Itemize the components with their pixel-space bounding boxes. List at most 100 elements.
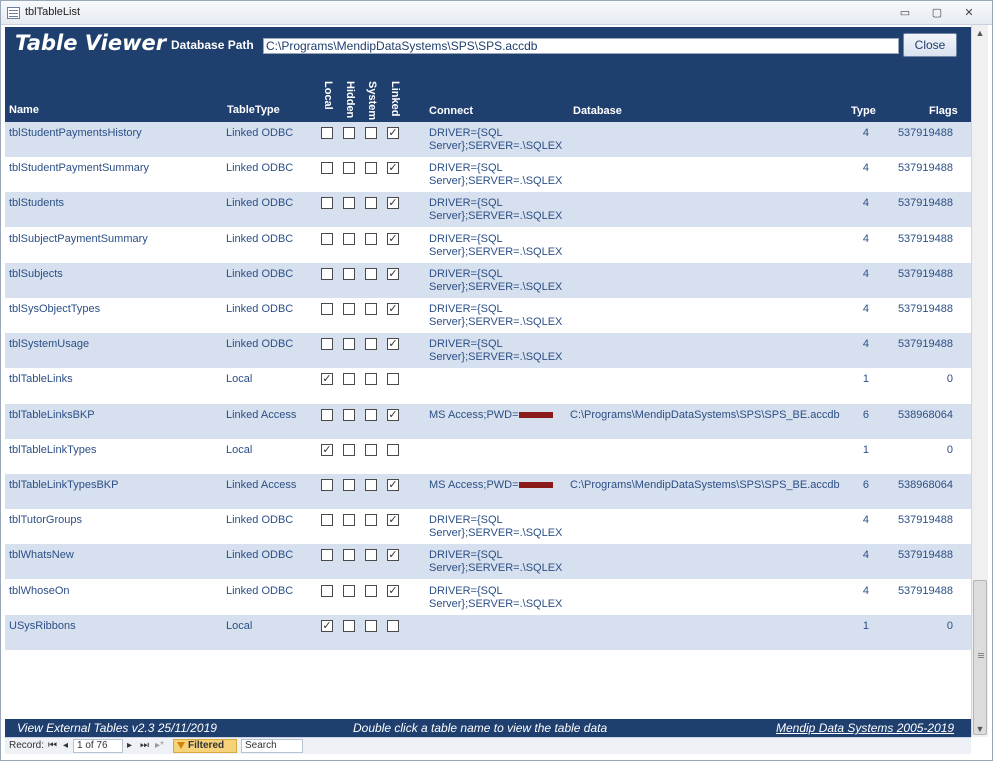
table-name-cell[interactable]: tblTableLinkTypesBKP [9, 479, 118, 491]
checkbox-system[interactable] [365, 443, 377, 456]
table-name-cell[interactable]: tblTutorGroups [9, 514, 82, 526]
prev-record-button[interactable]: ◂ [63, 740, 68, 751]
checkbox-local[interactable] [321, 127, 333, 139]
checkbox-hidden[interactable] [343, 338, 355, 351]
checkbox-hidden[interactable] [343, 619, 355, 632]
checkbox-system[interactable] [365, 619, 377, 632]
checkbox-system[interactable] [365, 197, 377, 210]
table-name-cell[interactable]: tblSystemUsage [9, 338, 89, 350]
table-name-cell[interactable]: tblTableLinks [9, 373, 73, 385]
checkbox-hidden[interactable] [343, 232, 355, 245]
checkbox-hidden[interactable] [343, 514, 355, 527]
table-row[interactable]: tblSysObjectTypes Linked ODBC ✓ DRIVER={SQL… [5, 298, 971, 333]
table-row[interactable]: tblTableLinksBKP Linked Access ✓ MS Access;… [5, 403, 971, 439]
last-record-button[interactable]: ⏭ [140, 740, 149, 751]
checkbox-linked[interactable]: ✓ [387, 338, 399, 351]
table-name-cell[interactable]: tblTableLinkTypes [9, 444, 96, 456]
checkbox-local[interactable]: ✓ [321, 373, 333, 386]
table-name-cell[interactable]: tblWhoseOn [9, 585, 70, 597]
checkbox-local[interactable] [321, 584, 333, 597]
checkbox-hidden[interactable] [343, 443, 355, 456]
new-record-button[interactable]: ▸* [155, 740, 164, 751]
close-button[interactable]: Close [903, 33, 957, 57]
table-name-cell[interactable]: tblSysObjectTypes [9, 303, 100, 315]
checkbox-linked[interactable]: ✓ [387, 162, 399, 175]
checkbox-system[interactable] [365, 127, 377, 139]
checkbox-linked[interactable]: ✓ [387, 549, 399, 562]
filter-toggle[interactable]: Filtered [173, 739, 237, 753]
checkbox-linked[interactable]: ✓ [387, 267, 399, 280]
checkbox-local[interactable] [321, 162, 333, 175]
checkbox-hidden[interactable] [343, 408, 355, 421]
checkbox-hidden[interactable] [343, 584, 355, 597]
table-row[interactable]: tblSubjects Linked ODBC ✓ DRIVER={SQL Serve… [5, 262, 971, 298]
checkbox-hidden[interactable] [343, 127, 355, 139]
checkbox-system[interactable] [365, 267, 377, 280]
checkbox-local[interactable]: ✓ [321, 619, 333, 632]
checkbox-system[interactable] [365, 479, 377, 491]
website-link[interactable]: Mendip Data Systems 2005-2019 [776, 721, 954, 735]
checkbox-linked[interactable]: ✓ [387, 584, 399, 597]
checkbox-linked[interactable]: ✓ [387, 514, 399, 527]
table-row[interactable]: tblWhoseOn Linked ODBC ✓ DRIVER={SQL Server… [5, 580, 971, 615]
checkbox-local[interactable] [321, 197, 333, 210]
table-row[interactable]: tblTutorGroups Linked ODBC ✓ DRIVER={SQL Se… [5, 509, 971, 544]
table-name-cell[interactable]: tblSubjectPaymentSummary [9, 233, 148, 245]
checkbox-system[interactable] [365, 408, 377, 421]
table-row[interactable]: tblStudents Linked ODBC ✓ DRIVER={SQL Serve… [5, 192, 971, 228]
table-row[interactable]: USysRibbons Local ✓ 1 0 [5, 614, 971, 650]
checkbox-linked[interactable]: ✓ [387, 303, 399, 315]
checkbox-hidden[interactable] [343, 373, 355, 386]
checkbox-linked[interactable]: ✓ [387, 408, 399, 421]
checkbox-local[interactable] [321, 514, 333, 527]
checkbox-hidden[interactable] [343, 197, 355, 210]
table-name-cell[interactable]: tblSubjects [9, 268, 63, 280]
table-name-cell[interactable]: tblTableLinksBKP [9, 409, 95, 421]
checkbox-system[interactable] [365, 338, 377, 351]
checkbox-hidden[interactable] [343, 162, 355, 175]
table-name-cell[interactable]: USysRibbons [9, 620, 76, 632]
checkbox-hidden[interactable] [343, 549, 355, 562]
checkbox-system[interactable] [365, 549, 377, 562]
checkbox-local[interactable] [321, 303, 333, 315]
table-name-cell[interactable]: tblStudentPaymentSummary [9, 162, 149, 174]
table-row[interactable]: tblSubjectPaymentSummary Linked ODBC ✓ DRIV… [5, 228, 971, 263]
scroll-down-arrow-icon[interactable]: ▼ [972, 721, 988, 737]
table-row[interactable]: tblWhatsNew Linked ODBC ✓ DRIVER={SQL Serve… [5, 544, 971, 580]
table-row[interactable]: tblTableLinks Local ✓ 1 0 [5, 368, 971, 403]
checkbox-hidden[interactable] [343, 267, 355, 280]
scroll-thumb[interactable] [973, 580, 987, 735]
checkbox-system[interactable] [365, 162, 377, 175]
checkbox-hidden[interactable] [343, 479, 355, 491]
first-record-button[interactable]: ⏮ [48, 740, 57, 751]
vertical-scrollbar[interactable]: ▲ ▼ [971, 25, 988, 737]
table-row[interactable]: tblStudentPaymentSummary Linked ODBC ✓ DRIV… [5, 157, 971, 192]
checkbox-hidden[interactable] [343, 303, 355, 315]
checkbox-local[interactable] [321, 267, 333, 280]
checkbox-linked[interactable] [387, 443, 399, 456]
checkbox-local[interactable] [321, 408, 333, 421]
checkbox-local[interactable]: ✓ [321, 443, 333, 456]
checkbox-linked[interactable]: ✓ [387, 197, 399, 210]
checkbox-linked[interactable]: ✓ [387, 127, 399, 139]
table-name-cell[interactable]: tblStudentPaymentsHistory [9, 127, 142, 139]
table-name-cell[interactable]: tblWhatsNew [9, 549, 74, 561]
checkbox-linked[interactable]: ✓ [387, 479, 399, 491]
maximize-button[interactable]: ▢ [929, 6, 945, 20]
checkbox-local[interactable] [321, 338, 333, 351]
checkbox-system[interactable] [365, 514, 377, 527]
checkbox-system[interactable] [365, 303, 377, 315]
scroll-up-arrow-icon[interactable]: ▲ [972, 25, 988, 41]
table-row[interactable]: tblStudentPaymentsHistory Linked ODBC ✓ DRI… [5, 122, 971, 157]
checkbox-linked[interactable]: ✓ [387, 232, 399, 245]
database-path-field[interactable]: C:\Programs\MendipDataSystems\SPS\SPS.ac… [263, 38, 899, 54]
checkbox-system[interactable] [365, 232, 377, 245]
checkbox-local[interactable] [321, 479, 333, 491]
checkbox-system[interactable] [365, 584, 377, 597]
minimize-button[interactable]: ▭ [897, 6, 913, 20]
table-row[interactable]: tblTableLinkTypesBKP Linked Access ✓ MS Acc… [5, 474, 971, 509]
checkbox-local[interactable] [321, 549, 333, 562]
checkbox-local[interactable] [321, 232, 333, 245]
table-name-cell[interactable]: tblStudents [9, 197, 64, 209]
checkbox-linked[interactable] [387, 373, 399, 386]
